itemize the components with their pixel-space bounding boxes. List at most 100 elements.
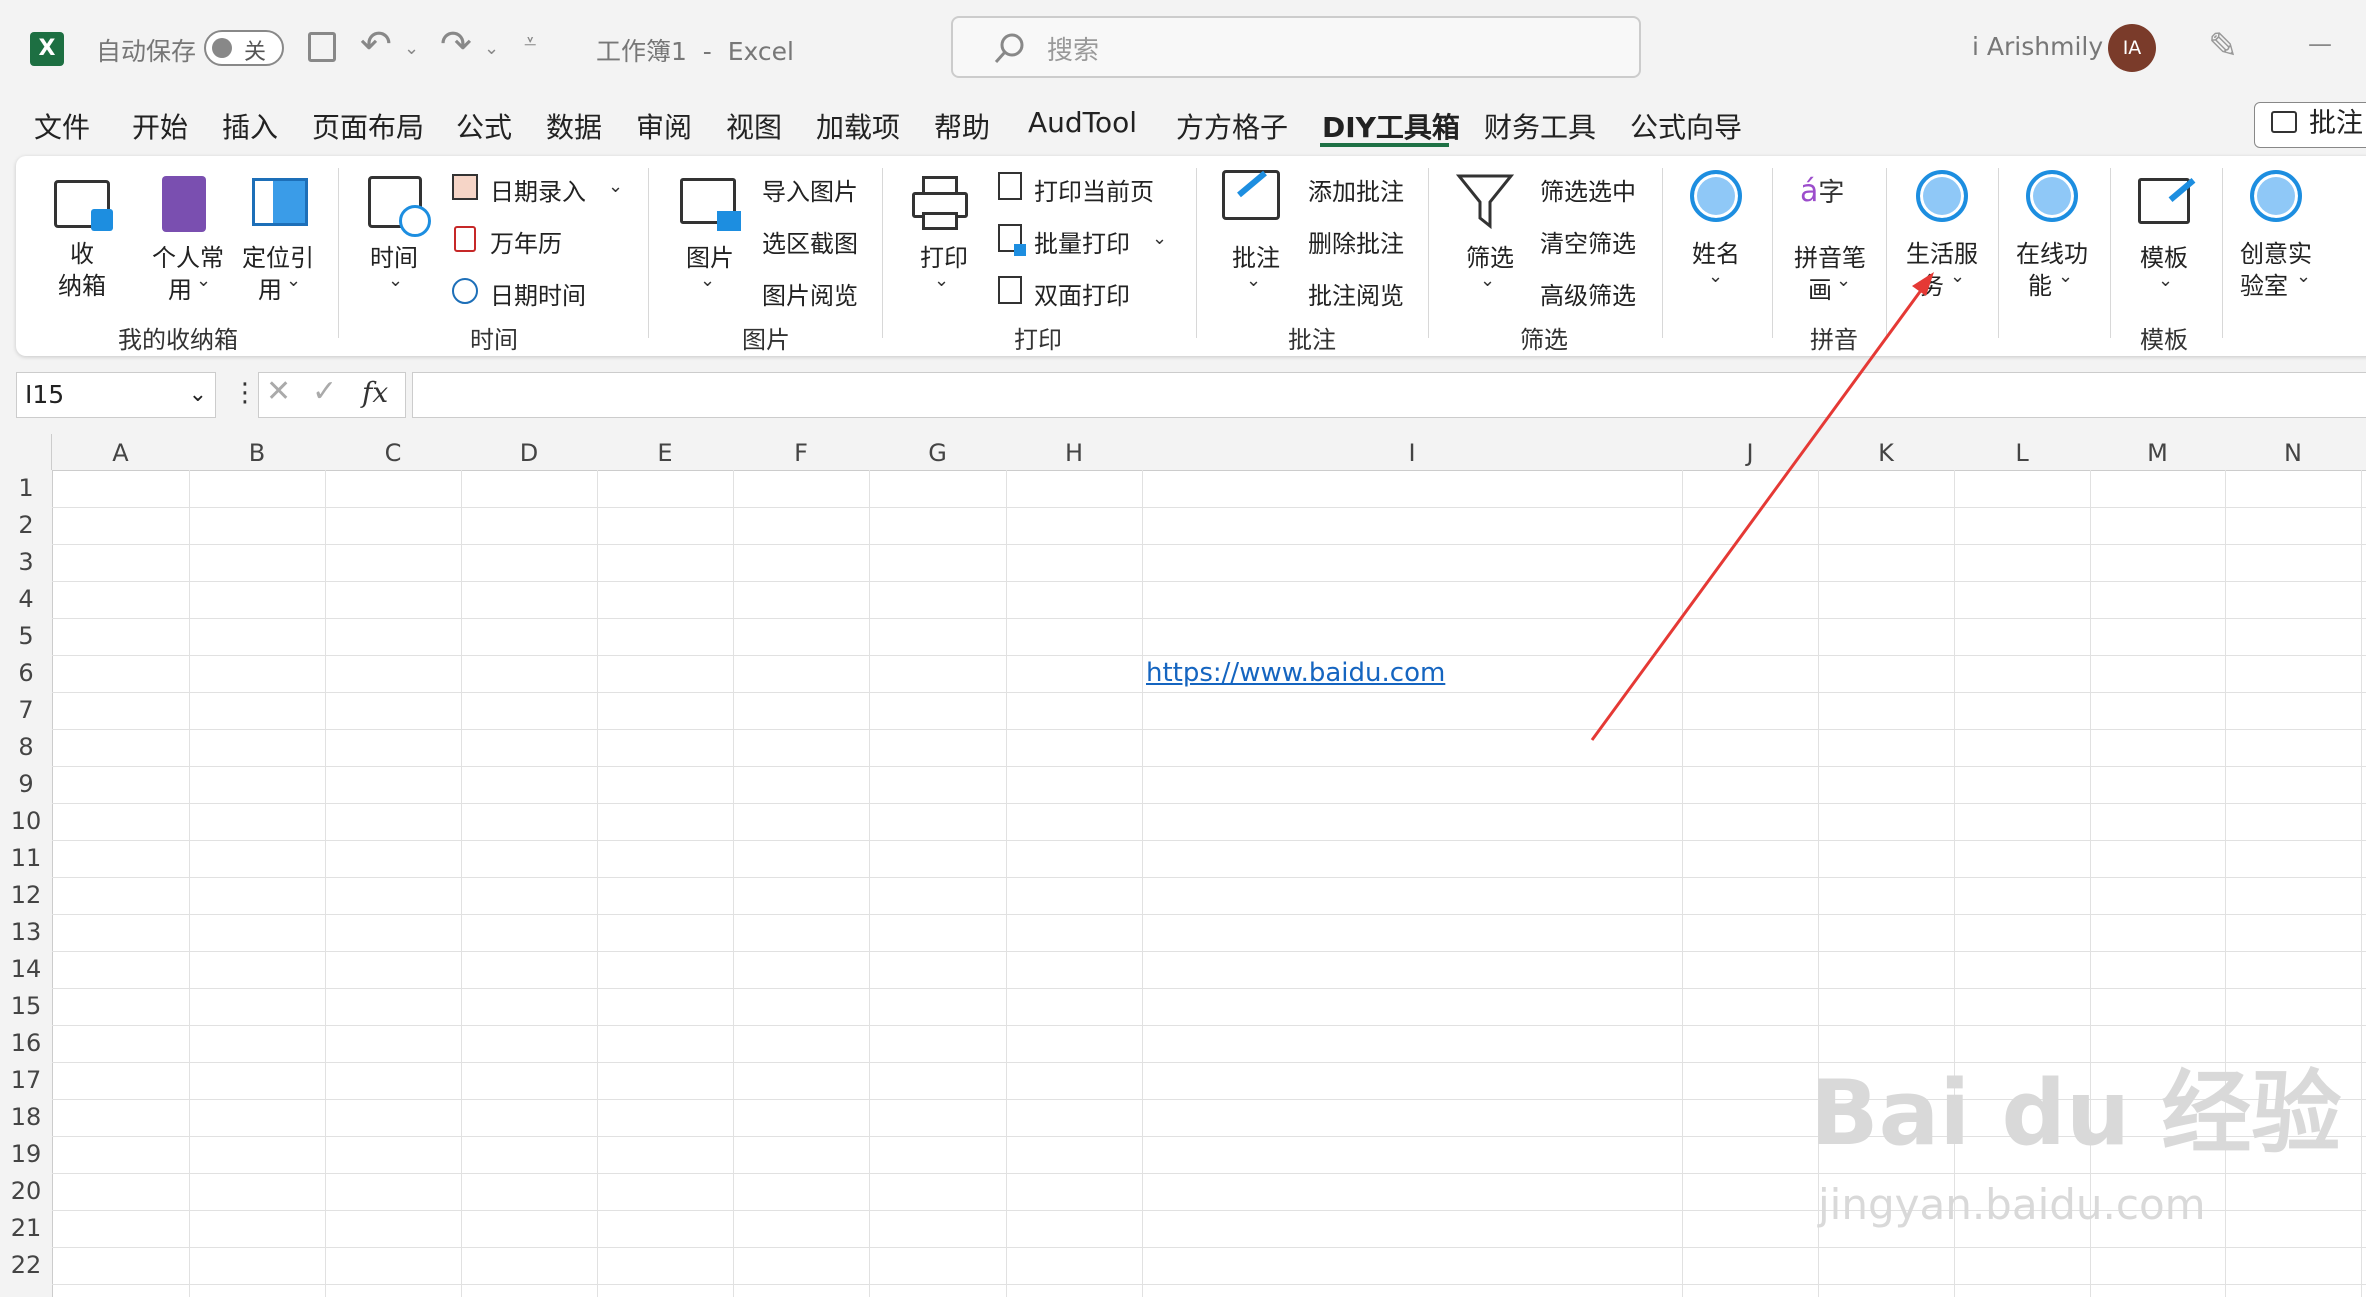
column-header[interactable]: I xyxy=(1142,434,1682,470)
row-header[interactable]: 11 xyxy=(0,840,52,877)
row-header[interactable]: 9 xyxy=(0,766,52,803)
chevron-down-icon[interactable]: ⌄ xyxy=(608,176,623,197)
tab-page-layout[interactable]: 页面布局 xyxy=(312,106,424,146)
avatar[interactable]: IA xyxy=(2108,24,2156,72)
row-header[interactable]: 4 xyxy=(0,581,52,618)
date-time-button[interactable]: 日期时间 xyxy=(490,276,586,311)
tab-addins[interactable]: 加载项 xyxy=(816,106,900,146)
column-header[interactable]: N xyxy=(2225,434,2361,470)
online-function-button[interactable]: 在线功 xyxy=(2016,234,2088,269)
row-header[interactable]: 18 xyxy=(0,1099,52,1136)
row-header[interactable]: 21 xyxy=(0,1210,52,1247)
filter-button[interactable]: 筛选 xyxy=(1466,238,1514,273)
select-all-corner[interactable] xyxy=(0,434,52,470)
print-current-page-button[interactable]: 打印当前页 xyxy=(1034,172,1154,207)
cancel-icon[interactable]: ✕ xyxy=(266,374,291,409)
undo-dropdown-icon[interactable]: ⌄ xyxy=(404,38,419,59)
row-header[interactable]: 3 xyxy=(0,544,52,581)
minimize-button[interactable]: — xyxy=(2308,30,2332,58)
redo-dropdown-icon[interactable]: ⌄ xyxy=(484,38,499,59)
tab-diy-toolbox[interactable]: DIY工具箱 xyxy=(1322,106,1460,146)
duplex-print-button[interactable]: 双面打印 xyxy=(1034,276,1130,311)
selection-screenshot-button[interactable]: 选区截图 xyxy=(762,224,858,259)
perpetual-calendar-button[interactable]: 万年历 xyxy=(490,224,562,259)
row-header[interactable]: 12 xyxy=(0,877,52,914)
row-header[interactable]: 19 xyxy=(0,1136,52,1173)
name-button[interactable]: 姓名 xyxy=(1692,234,1740,269)
add-comment-button[interactable]: 添加批注 xyxy=(1308,172,1404,207)
undo-icon[interactable]: ↶ xyxy=(360,22,392,66)
personal-common-button[interactable]: 个人常 xyxy=(152,238,224,273)
autosave-toggle[interactable]: 关 xyxy=(204,30,284,66)
row-header[interactable]: 2 xyxy=(0,507,52,544)
life-service-button[interactable]: 生活服 xyxy=(1906,234,1978,269)
row-header[interactable]: 15 xyxy=(0,988,52,1025)
column-header[interactable]: D xyxy=(461,434,597,470)
name-box[interactable]: I15 ⌄ xyxy=(16,372,216,418)
tab-finance-tools[interactable]: 财务工具 xyxy=(1484,106,1596,146)
batch-print-button[interactable]: 批量打印 xyxy=(1034,224,1130,259)
tab-review[interactable]: 审阅 xyxy=(636,106,692,146)
tab-data[interactable]: 数据 xyxy=(546,106,602,146)
row-header[interactable]: 1 xyxy=(0,470,52,507)
column-header[interactable]: F xyxy=(733,434,869,470)
print-button[interactable]: 打印 xyxy=(920,238,968,273)
picture-browse-button[interactable]: 图片阅览 xyxy=(762,276,858,311)
redo-icon[interactable]: ↷ xyxy=(440,22,472,66)
locate-ref-button[interactable]: 定位引 xyxy=(242,238,314,273)
search-box[interactable]: 搜索 xyxy=(951,16,1641,78)
pen-icon[interactable]: ✎ xyxy=(2208,26,2238,67)
row-header[interactable]: 5 xyxy=(0,618,52,655)
column-header[interactable]: H xyxy=(1006,434,1142,470)
time-button[interactable]: 时间 xyxy=(370,238,418,273)
row-header[interactable]: 8 xyxy=(0,729,52,766)
row-header[interactable]: 20 xyxy=(0,1173,52,1210)
column-header[interactable]: L xyxy=(1954,434,2090,470)
storage-box-button[interactable]: 收 纳箱 xyxy=(52,238,112,302)
tab-help[interactable]: 帮助 xyxy=(934,106,990,146)
tab-home[interactable]: 开始 xyxy=(132,106,188,146)
column-header[interactable]: B xyxy=(189,434,325,470)
row-header[interactable]: 22 xyxy=(0,1247,52,1284)
save-icon[interactable] xyxy=(308,32,336,62)
formula-input[interactable] xyxy=(412,372,2366,418)
row-header[interactable]: 14 xyxy=(0,951,52,988)
row-header[interactable]: 13 xyxy=(0,914,52,951)
import-picture-button[interactable]: 导入图片 xyxy=(762,172,858,207)
enter-icon[interactable]: ✓ xyxy=(312,374,337,409)
comments-button[interactable]: 批注 xyxy=(2254,102,2366,148)
chevron-down-icon[interactable]: ⌄ xyxy=(189,373,207,417)
template-button[interactable]: 模板 xyxy=(2140,238,2188,273)
column-header[interactable]: A xyxy=(52,434,189,470)
column-header[interactable]: E xyxy=(597,434,733,470)
column-header[interactable]: K xyxy=(1818,434,1954,470)
date-entry-button[interactable]: 日期录入 xyxy=(490,172,586,207)
review-comment-button[interactable]: 批注阅览 xyxy=(1308,276,1404,311)
row-header[interactable]: 17 xyxy=(0,1062,52,1099)
chevron-down-icon[interactable]: ⌄ xyxy=(1152,228,1167,249)
tab-insert[interactable]: 插入 xyxy=(222,106,278,146)
tab-view[interactable]: 视图 xyxy=(726,106,782,146)
picture-button[interactable]: 图片 xyxy=(686,238,734,273)
delete-comment-button[interactable]: 删除批注 xyxy=(1308,224,1404,259)
tab-fangfang[interactable]: 方方格子 xyxy=(1176,106,1288,146)
row-header[interactable]: 6 xyxy=(0,655,52,692)
tab-formula-wizard[interactable]: 公式向导 xyxy=(1630,106,1742,146)
comment-button[interactable]: 批注 xyxy=(1232,238,1280,273)
row-header[interactable]: 7 xyxy=(0,692,52,729)
tab-audtool[interactable]: AudTool xyxy=(1028,106,1137,139)
column-header[interactable]: J xyxy=(1682,434,1818,470)
advanced-filter-button[interactable]: 高级筛选 xyxy=(1540,276,1636,311)
column-header[interactable]: G xyxy=(869,434,1006,470)
insert-function-button[interactable]: fx xyxy=(362,376,388,409)
customize-qat-icon[interactable]: ⩡ xyxy=(524,30,536,55)
tab-formulas[interactable]: 公式 xyxy=(456,106,512,146)
pinyin-stroke-button[interactable]: 拼音笔 xyxy=(1794,238,1866,273)
tab-file[interactable]: 文件 xyxy=(34,106,90,146)
creative-lab-button[interactable]: 创意实 xyxy=(2240,234,2312,269)
hyperlink-cell-i6[interactable]: https://www.baidu.com xyxy=(1146,658,1445,688)
more-options-icon[interactable]: ⋮ xyxy=(232,378,258,408)
column-header[interactable]: M xyxy=(2090,434,2225,470)
row-header[interactable]: 16 xyxy=(0,1025,52,1062)
row-header[interactable]: 10 xyxy=(0,803,52,840)
